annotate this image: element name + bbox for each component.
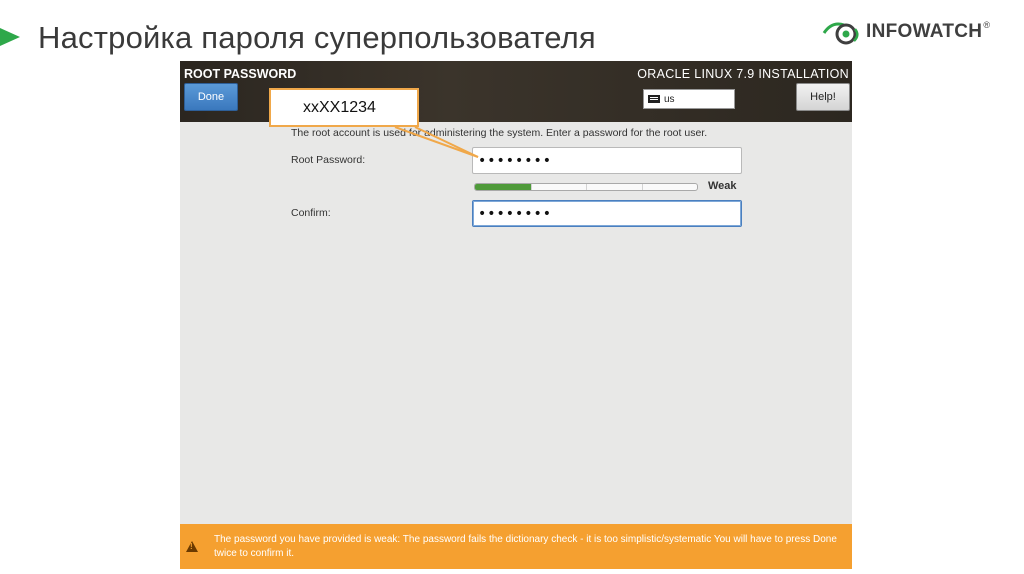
callout-pointer-lines <box>394 126 479 158</box>
password-callout: xxXX1234 <box>269 88 419 127</box>
